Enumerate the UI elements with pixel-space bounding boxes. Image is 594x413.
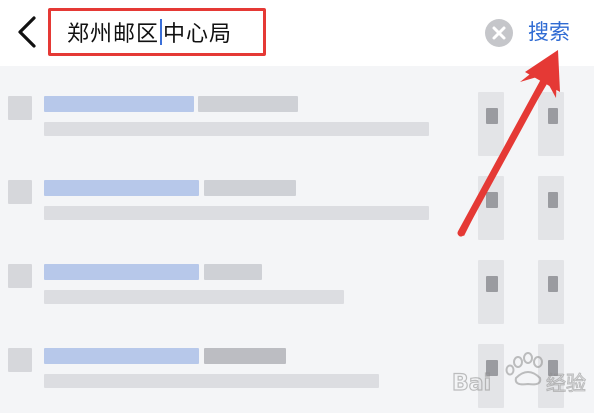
result-action[interactable] [538,260,564,324]
search-header: 郑州邮区 中心局 搜索 [0,0,594,67]
result-address [44,290,344,304]
text-caret [160,19,163,45]
result-title [44,264,199,280]
watermark-logo: Bai 经验 [450,352,590,402]
result-title [44,180,199,196]
result-icon [8,348,32,372]
clear-button[interactable] [485,19,513,47]
list-item[interactable] [0,88,594,170]
result-subtitle [204,180,296,196]
list-item[interactable] [0,172,594,254]
result-action[interactable] [478,176,504,240]
chevron-left-icon [18,16,36,48]
route-icon [486,108,498,124]
svg-text:经验: 经验 [546,371,586,395]
route-icon [486,276,498,292]
result-address [44,374,379,388]
result-title [44,96,194,112]
route-icon [486,192,498,208]
result-icon [8,96,32,120]
search-page: 郑州邮区 中心局 搜索 Bai 经验 [0,0,594,413]
search-query-before-caret: 郑州邮区 [67,22,160,47]
back-button[interactable] [14,14,44,50]
result-subtitle [204,348,286,364]
watermark-text: Bai [452,371,491,396]
phone-icon [548,276,558,292]
result-action[interactable] [538,92,564,156]
result-action[interactable] [478,260,504,324]
result-action[interactable] [538,176,564,240]
result-address [44,122,429,136]
result-action[interactable] [478,92,504,156]
result-icon [8,180,32,204]
result-subtitle [198,96,298,112]
search-input[interactable]: 郑州邮区 中心局 [48,8,266,56]
result-subtitle [204,264,262,280]
result-title [44,348,199,364]
result-icon [8,264,32,288]
phone-icon [548,108,558,124]
phone-icon [548,192,558,208]
paw-icon: Bai 经验 [451,352,587,397]
search-button[interactable]: 搜索 [528,16,570,46]
search-query-after-caret: 中心局 [163,22,233,47]
result-address [44,206,429,220]
list-item[interactable] [0,256,594,338]
close-circle-icon [492,26,506,40]
